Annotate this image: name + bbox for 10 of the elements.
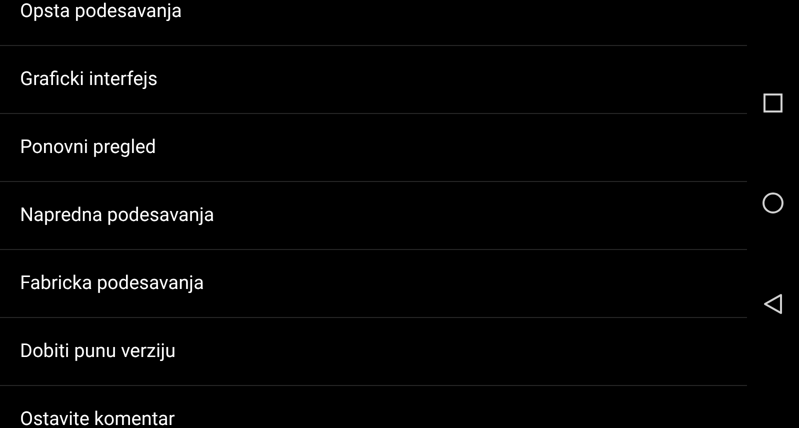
menu-item[interactable]: Graficki interfejs [20,65,158,94]
menu-item[interactable]: Fabricka podesavanja [20,269,204,298]
menu-item[interactable]: Dobiti punu verziju [20,337,176,366]
recents-icon[interactable] [763,93,783,113]
menu-item[interactable]: Ostavite komentar [20,405,175,428]
menu-item[interactable]: Ponovni pregled [20,133,156,162]
menu-item[interactable]: Napredna podesavanja [20,201,214,230]
back-icon[interactable] [763,293,783,315]
home-icon[interactable] [762,192,784,214]
menu-item[interactable]: Opsta podesavanja [20,0,182,26]
